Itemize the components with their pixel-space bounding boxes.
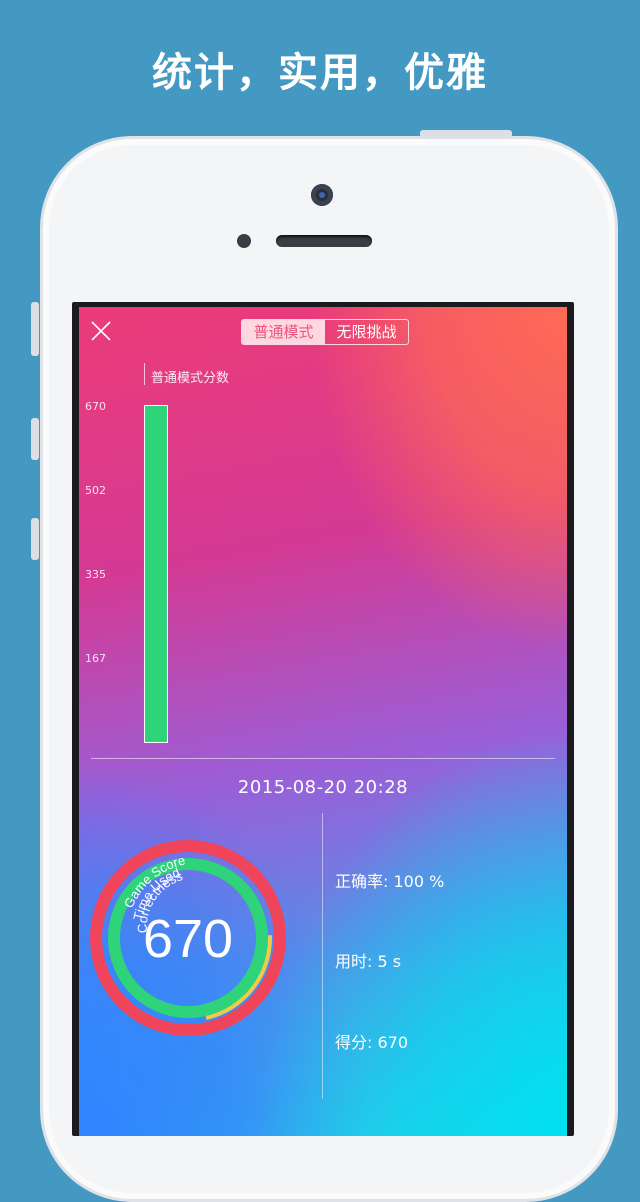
section-divider xyxy=(91,758,555,759)
y-tick-label: 167 xyxy=(85,652,106,665)
proximity-sensor xyxy=(237,234,251,248)
stat-time: 用时: 5 s xyxy=(335,952,402,971)
center-score: 670 xyxy=(143,909,233,969)
y-tick-label: 335 xyxy=(85,568,106,581)
score-rings: Game Score Time Used Correctness 670 xyxy=(90,840,286,1036)
volume-down-button xyxy=(31,518,39,560)
camera-icon xyxy=(311,184,333,206)
volume-up-button xyxy=(31,418,39,460)
chart-title: 普通模式分数 xyxy=(151,371,230,386)
mute-switch xyxy=(31,302,39,356)
y-tick-label: 502 xyxy=(85,484,106,497)
tab-endless-challenge[interactable]: 无限挑战 xyxy=(325,320,408,344)
promo-headline: 统计，实用，优雅 xyxy=(152,50,488,96)
tab-normal-mode[interactable]: 普通模式 xyxy=(242,320,325,344)
vertical-divider xyxy=(322,813,323,1099)
stat-score: 得分: 670 xyxy=(335,1033,409,1052)
stat-accuracy: 正确率: 100 % xyxy=(335,872,445,891)
session-datetime: 2015-08-20 20:28 xyxy=(237,777,409,798)
chart-title-marker xyxy=(144,363,145,385)
y-tick-label: 670 xyxy=(85,400,106,413)
earpiece-speaker xyxy=(276,235,372,247)
app-screen: 普通模式 无限挑战 普通模式分数 670 502 335 167 2015-08… xyxy=(79,307,567,1136)
bar-mark xyxy=(144,405,168,743)
power-button xyxy=(420,130,512,138)
close-icon[interactable] xyxy=(89,319,113,343)
mode-segmented-control: 普通模式 无限挑战 xyxy=(241,319,409,345)
